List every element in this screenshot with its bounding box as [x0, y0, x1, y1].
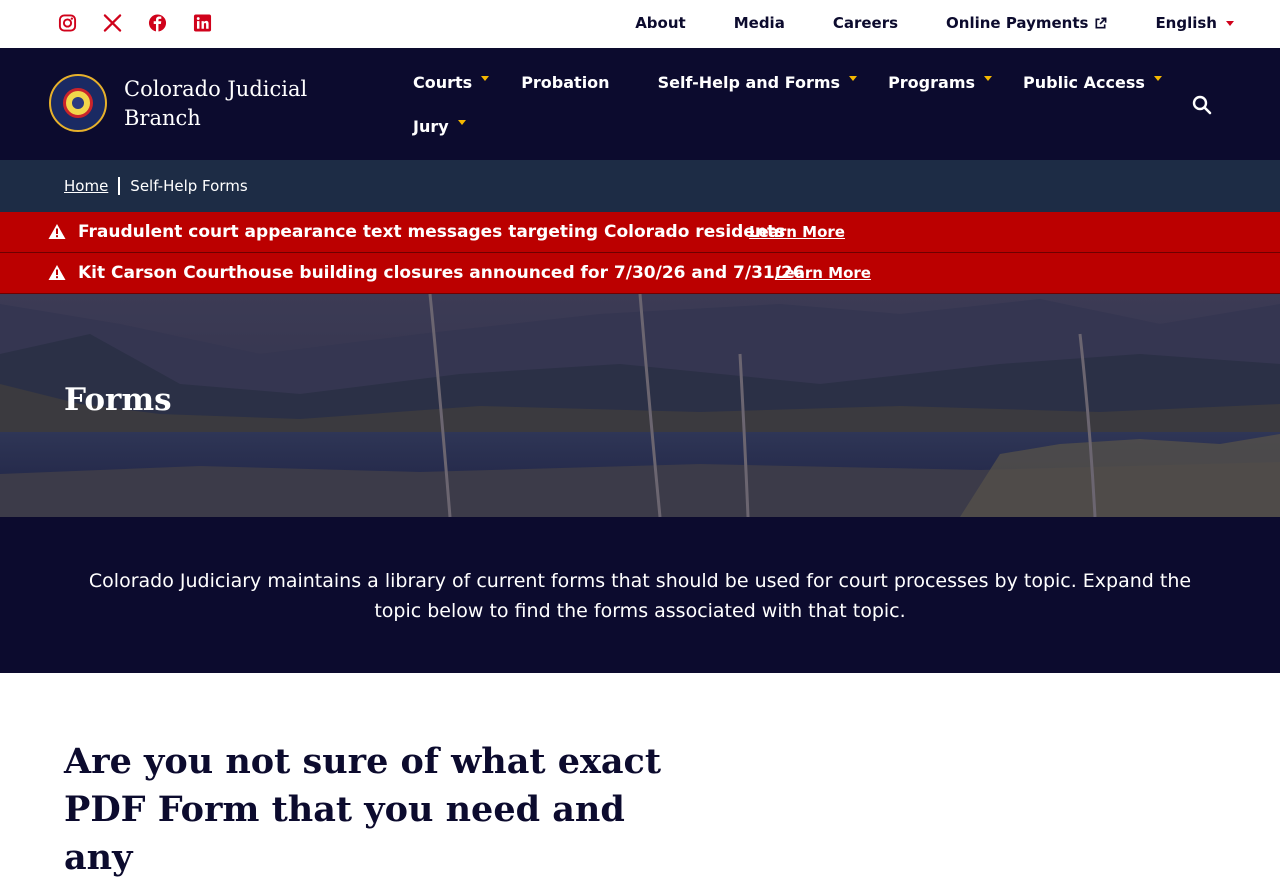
utility-nav: About Media Careers Online Payments Engl…	[635, 14, 1234, 32]
chevron-down-icon	[1153, 75, 1162, 81]
breadcrumb-home-link[interactable]: Home	[64, 177, 108, 195]
external-link-icon	[1095, 17, 1107, 29]
x-icon[interactable]	[103, 13, 122, 33]
hero-banner: Forms	[0, 294, 1280, 517]
help-heading: Are you not sure of what exact PDF Form …	[64, 741, 662, 878]
nav-self-help[interactable]: Self-Help and Forms	[658, 73, 858, 92]
breadcrumb: Home Self-Help Forms	[64, 177, 248, 195]
chevron-down-icon	[984, 75, 993, 81]
breadcrumb-separator	[118, 177, 121, 195]
alert-message: Kit Carson Courthouse building closures …	[78, 263, 805, 283]
nav-jury-label: Jury	[413, 116, 449, 136]
chevron-down-icon	[1226, 20, 1234, 26]
main-navigation: Colorado Judicial Branch Courts Probatio…	[0, 48, 1280, 160]
alert-learn-more-link[interactable]: Learn More	[775, 264, 871, 282]
warning-icon	[48, 224, 66, 239]
nav-programs[interactable]: Programs	[888, 72, 993, 92]
nav-self-help-label: Self-Help and Forms	[657, 72, 841, 92]
nav-public-access[interactable]: Public Access	[1023, 73, 1162, 92]
facebook-icon[interactable]	[148, 13, 167, 33]
hero-landscape-image	[0, 294, 1280, 517]
utility-bar: About Media Careers Online Payments Engl…	[0, 0, 1280, 48]
primary-nav: Courts Probation Self-Help and Forms Pro…	[413, 72, 1162, 136]
social-links	[58, 13, 212, 33]
nav-public-access-label: Public Access	[1023, 72, 1145, 92]
language-selector[interactable]: English	[1155, 14, 1234, 32]
nav-probation-label: Probation	[521, 72, 610, 92]
alert-banner: Kit Carson Courthouse building closures …	[0, 253, 1280, 294]
search-icon[interactable]	[1191, 94, 1213, 116]
online-payments-label: Online Payments	[946, 14, 1089, 32]
linkedin-icon[interactable]	[193, 13, 212, 33]
warning-icon	[48, 265, 66, 280]
brand-name[interactable]: Colorado Judicial Branch	[124, 75, 344, 133]
online-payments-link[interactable]: Online Payments	[946, 14, 1107, 32]
instagram-icon[interactable]	[58, 13, 77, 33]
nav-courts[interactable]: Courts	[413, 72, 490, 92]
chevron-down-icon	[849, 75, 858, 81]
intro-band: Colorado Judiciary maintains a library o…	[0, 517, 1280, 673]
nav-probation[interactable]: Probation	[521, 73, 609, 92]
about-link[interactable]: About	[635, 14, 686, 32]
alert-learn-more-link[interactable]: Learn More	[749, 223, 845, 241]
colorado-courts-seal-logo[interactable]	[49, 74, 107, 132]
nav-programs-label: Programs	[888, 72, 976, 92]
breadcrumb-bar: Home Self-Help Forms	[0, 160, 1280, 212]
careers-link[interactable]: Careers	[833, 14, 898, 32]
chevron-down-icon	[457, 119, 466, 125]
seal-emblem	[63, 88, 93, 118]
chevron-down-icon	[481, 75, 490, 81]
page-title: Forms	[64, 382, 172, 418]
media-link[interactable]: Media	[734, 14, 785, 32]
language-label: English	[1155, 14, 1217, 32]
alert-message: Fraudulent court appearance text message…	[78, 222, 786, 242]
nav-courts-label: Courts	[413, 72, 473, 92]
intro-text: Colorado Judiciary maintains a library o…	[88, 570, 1192, 622]
breadcrumb-current: Self-Help Forms	[130, 177, 248, 195]
nav-jury[interactable]: Jury	[413, 117, 466, 136]
alert-banner: Fraudulent court appearance text message…	[0, 212, 1280, 253]
